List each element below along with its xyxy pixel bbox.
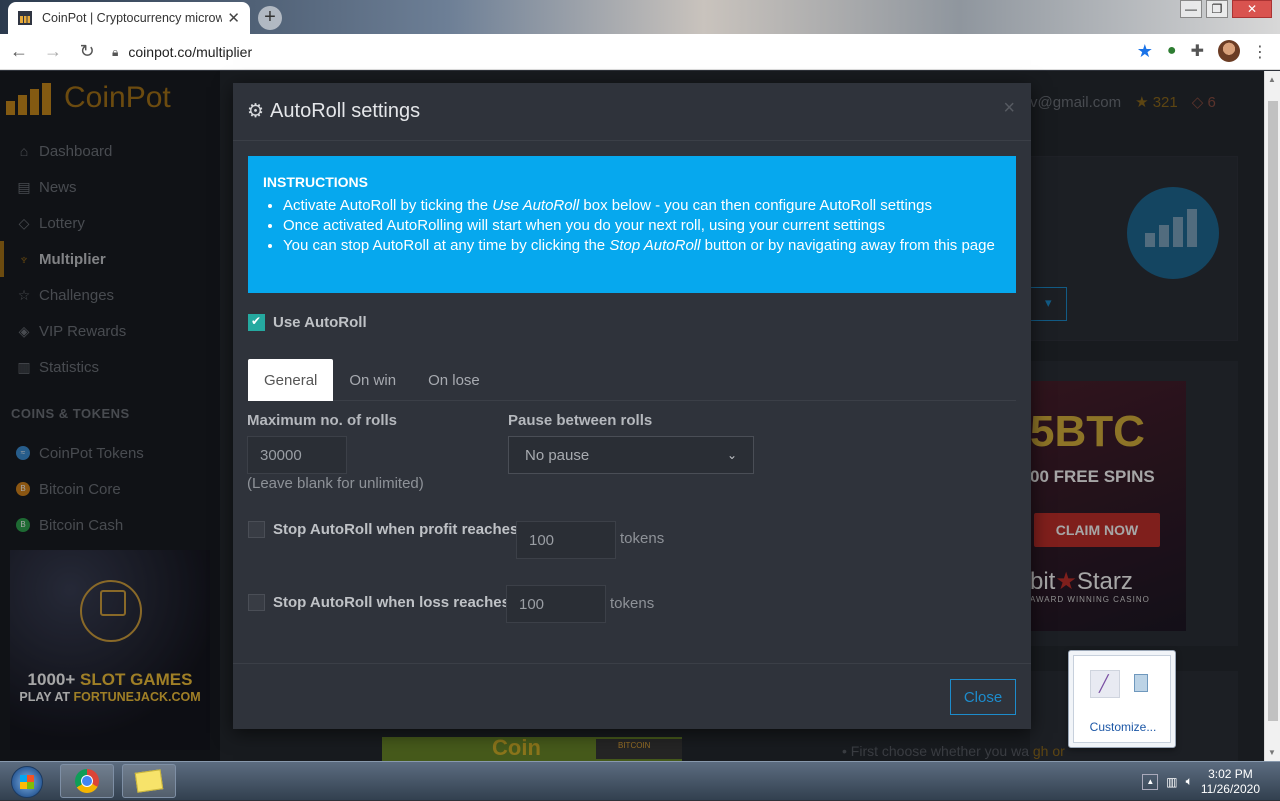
chrome-icon [75, 769, 99, 793]
close-tab-icon[interactable]: ✕ [227, 9, 240, 27]
window-controls: — ❐ ✕ [1180, 0, 1272, 18]
stop-profit-label[interactable]: Stop AutoRoll when profit reaches [273, 521, 518, 538]
scroll-thumb[interactable] [1268, 101, 1278, 721]
browser-menu-icon[interactable]: ⋮ [1252, 42, 1268, 62]
minimize-button[interactable]: — [1180, 0, 1202, 18]
pause-select-value: No pause [525, 446, 590, 464]
modal-title: AutoRoll settings [270, 100, 421, 122]
max-rolls-label: Maximum no. of rolls [247, 412, 398, 429]
stop-loss-input[interactable]: 100 [506, 585, 606, 623]
clipboard-icon[interactable] [1134, 674, 1148, 692]
stop-profit-input[interactable]: 100 [516, 521, 616, 559]
start-button[interactable] [2, 762, 52, 801]
close-icon[interactable]: × [1003, 97, 1015, 120]
stop-profit-checkbox[interactable] [248, 521, 265, 538]
system-clock[interactable]: 3:02 PM 11/26/2020 [1201, 767, 1260, 797]
modal-footer-divider [233, 663, 1031, 664]
restore-button[interactable]: ❐ [1206, 0, 1228, 18]
customize-link[interactable]: Customize... [1074, 720, 1172, 734]
taskbar-chrome[interactable] [60, 764, 114, 798]
taskbar-sticky-notes[interactable] [122, 764, 176, 798]
use-autoroll-row: Use AutoRoll [248, 314, 367, 331]
profile-avatar[interactable] [1218, 40, 1240, 62]
modal-header: ⚙ AutoRoll settings × [233, 83, 1031, 141]
instruction-text: box below - you can then configure AutoR… [579, 197, 932, 214]
browser-tab-active[interactable]: CoinPot | Cryptocurrency microw ✕ [8, 2, 250, 34]
tab-on-lose[interactable]: On lose [412, 359, 496, 401]
close-button[interactable]: Close [950, 679, 1016, 715]
extension-globe-icon[interactable]: ● [1167, 42, 1177, 60]
address-bar[interactable]: 🔒︎ coinpot.co/multiplier [112, 38, 1142, 66]
gear-icon: ⚙ [247, 101, 265, 122]
use-autoroll-checkbox[interactable] [248, 314, 265, 331]
instructions-list: Activate AutoRoll by ticking the Use Aut… [263, 196, 1001, 256]
extensions-puzzle-icon[interactable]: ✚ [1191, 41, 1204, 61]
new-tab-button[interactable]: + [258, 6, 282, 30]
instruction-item: Activate AutoRoll by ticking the Use Aut… [283, 196, 1001, 216]
network-icon[interactable]: ▥ [1166, 775, 1177, 789]
tray-popup-inner: Customize... [1073, 655, 1171, 743]
close-window-button[interactable]: ✕ [1232, 0, 1272, 18]
bookmark-star-icon[interactable]: ★ [1137, 41, 1153, 62]
instruction-text: Activate AutoRoll by ticking the [283, 197, 493, 214]
tray-overflow-popup: Customize... [1068, 650, 1176, 748]
instruction-item: You can stop AutoRoll at any time by cli… [283, 236, 1001, 256]
scroll-up-icon[interactable]: ▲ [1268, 75, 1276, 84]
browser-toolbar: ← → ↻ 🔒︎ coinpot.co/multiplier ★ ● ✚ ⋮ [0, 34, 1280, 70]
use-autoroll-label[interactable]: Use AutoRoll [273, 314, 367, 331]
pause-label: Pause between rolls [508, 412, 653, 429]
stop-profit-row: Stop AutoRoll when profit reaches [248, 521, 518, 538]
scroll-down-icon[interactable]: ▼ [1268, 748, 1276, 757]
settings-tabs: General On win On lose [248, 359, 1016, 401]
page-scrollbar[interactable]: ▲ ▼ [1264, 71, 1280, 761]
stop-profit-unit: tokens [620, 530, 665, 547]
clock-date: 11/26/2020 [1200, 781, 1260, 796]
instructions-heading: INSTRUCTIONS [263, 174, 368, 190]
tab-title: CoinPot | Cryptocurrency microw [42, 11, 222, 25]
instructions-box: INSTRUCTIONS Activate AutoRoll by tickin… [248, 156, 1016, 293]
max-rolls-hint: (Leave blank for unlimited) [247, 475, 424, 492]
windows-logo-icon [11, 765, 43, 798]
tab-on-win[interactable]: On win [333, 359, 412, 401]
clock-time: 3:02 PM [1208, 766, 1253, 781]
instruction-text: button or by navigating away from this p… [700, 237, 995, 254]
tab-general[interactable]: General [248, 359, 334, 401]
instruction-emphasis: Use AutoRoll [492, 197, 580, 214]
pen-tool-icon[interactable] [1090, 670, 1120, 698]
pause-select[interactable]: No pause ⌄ [508, 436, 754, 474]
stop-loss-row: Stop AutoRoll when loss reaches [248, 594, 510, 611]
stop-loss-label[interactable]: Stop AutoRoll when loss reaches [273, 594, 510, 611]
sticky-notes-icon [134, 769, 164, 793]
reload-icon[interactable]: ↻ [72, 37, 102, 67]
instruction-emphasis: Stop AutoRoll [609, 237, 701, 254]
forward-icon[interactable]: → [38, 37, 68, 67]
lock-icon[interactable]: 🔒︎ [112, 45, 118, 60]
volume-icon[interactable]: 🔈︎ [1186, 774, 1193, 789]
windows-taskbar: ▲ ▥ 🔈︎ 3:02 PM 11/26/2020 [0, 761, 1280, 800]
instruction-text: Once activated AutoRolling will start wh… [283, 217, 885, 234]
coinpot-favicon-icon [18, 11, 32, 25]
back-icon[interactable]: ← [4, 37, 34, 67]
instruction-text: You can stop AutoRoll at any time by cli… [283, 237, 610, 254]
show-hidden-icons-icon[interactable]: ▲ [1142, 773, 1159, 790]
chevron-down-icon: ⌄ [726, 448, 737, 462]
max-rolls-input[interactable]: 30000 [247, 436, 347, 474]
address-url[interactable]: coinpot.co/multiplier [128, 44, 252, 60]
autoroll-settings-modal: ⚙ AutoRoll settings × INSTRUCTIONS Activ… [233, 83, 1031, 729]
browser-tabstrip: CoinPot | Cryptocurrency microw ✕ + — ❐ … [0, 0, 1280, 34]
system-tray: ▲ ▥ 🔈︎ 3:02 PM 11/26/2020 [1142, 762, 1280, 801]
stop-loss-unit: tokens [610, 595, 655, 612]
instruction-item: Once activated AutoRolling will start wh… [283, 216, 1001, 236]
stop-loss-checkbox[interactable] [248, 594, 265, 611]
